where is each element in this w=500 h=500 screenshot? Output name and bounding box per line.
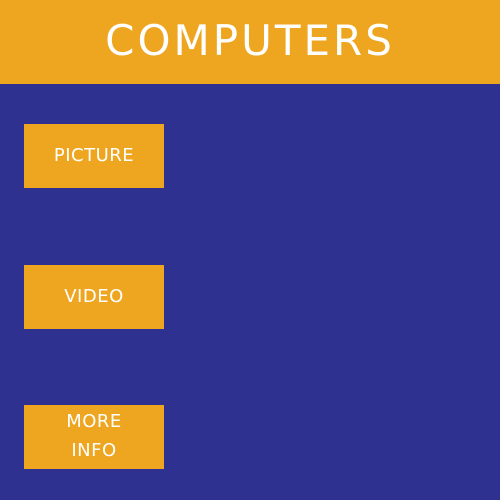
- page-title: COMPUTERS: [105, 16, 395, 65]
- more-info-button[interactable]: MORE INFO: [24, 405, 164, 469]
- header-bar: COMPUTERS: [0, 0, 500, 84]
- picture-button[interactable]: PICTURE: [24, 124, 164, 188]
- video-button[interactable]: VIDEO: [24, 265, 164, 329]
- main-panel: PICTURE VIDEO MORE INFO: [0, 84, 500, 500]
